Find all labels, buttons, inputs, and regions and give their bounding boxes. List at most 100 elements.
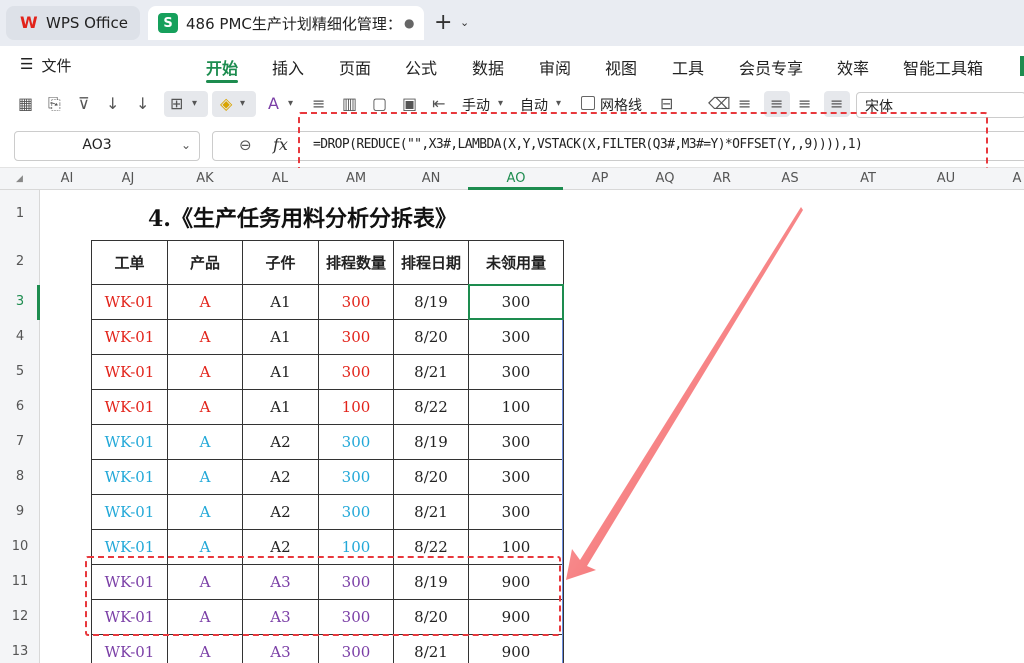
tab-wps-office[interactable]: W WPS Office	[6, 6, 140, 40]
qty-cell[interactable]: 300	[318, 459, 394, 495]
tab-document[interactable]: S 486 PMC生产计划精细化管理：全 ●	[148, 6, 424, 40]
part-cell[interactable]: A1	[242, 389, 319, 425]
unused-cell[interactable]: 300	[468, 494, 564, 530]
menu-efficiency[interactable]: 效率	[837, 55, 869, 79]
column-header[interactable]: AN	[411, 171, 451, 186]
date-cell[interactable]: 8/20	[393, 319, 469, 355]
column-header[interactable]: AS	[770, 171, 810, 186]
column-header[interactable]: AI	[52, 171, 82, 186]
column-header[interactable]: AL	[260, 171, 300, 186]
new-tab-menu-icon[interactable]: ⌄	[460, 16, 469, 29]
menu-member[interactable]: 会员专享	[739, 55, 803, 79]
date-cell[interactable]: 8/21	[393, 634, 469, 663]
auto-dropdown-icon[interactable]: ▾	[556, 98, 561, 109]
menu-insert[interactable]: 插入	[272, 55, 304, 79]
menu-review[interactable]: 审阅	[539, 55, 571, 79]
order-cell[interactable]: WK-01	[91, 389, 168, 425]
row-header[interactable]: 10	[0, 539, 40, 554]
columns-icon[interactable]: ▥	[342, 94, 357, 113]
header-cell[interactable]: 排程日期	[393, 240, 469, 285]
qty-cell[interactable]: 300	[318, 494, 394, 530]
column-header[interactable]: AR	[702, 171, 742, 186]
order-cell[interactable]: WK-01	[91, 284, 168, 320]
freeze-icon[interactable]: ⊟	[660, 94, 673, 113]
fx-icon[interactable]: fx	[273, 135, 288, 154]
qty-cell[interactable]: 300	[318, 354, 394, 390]
qty-cell[interactable]: 300	[318, 319, 394, 355]
zoom-icon[interactable]: ⊖	[239, 136, 252, 154]
date-cell[interactable]: 8/21	[393, 494, 469, 530]
product-cell[interactable]: A	[167, 634, 243, 663]
date-cell[interactable]: 8/19	[393, 284, 469, 320]
unused-cell[interactable]: 900	[468, 634, 564, 663]
wrap-dropdown-icon[interactable]: ▾	[498, 98, 503, 109]
date-cell[interactable]: 8/22	[393, 389, 469, 425]
row-header[interactable]: 7	[0, 434, 40, 449]
order-cell[interactable]: WK-01	[91, 354, 168, 390]
column-header[interactable]: AP	[580, 171, 620, 186]
product-cell[interactable]: A	[167, 389, 243, 425]
column-header[interactable]: AK	[185, 171, 225, 186]
part-cell[interactable]: A1	[242, 284, 319, 320]
sort-asc-icon[interactable]: ↓	[106, 94, 119, 113]
chevron-down-icon[interactable]: ⌄	[181, 138, 191, 152]
cell-style-icon[interactable]: ▢	[372, 94, 387, 113]
table-style-icon[interactable]: ▣	[402, 94, 417, 113]
row-header[interactable]: 8	[0, 469, 40, 484]
sort-desc-icon[interactable]: ↓	[136, 94, 149, 113]
row-header-selected[interactable]: 3	[0, 294, 40, 309]
unused-cell[interactable]: 100	[468, 389, 564, 425]
merge-icon[interactable]: ⇤	[432, 94, 445, 113]
qty-cell[interactable]: 300	[318, 424, 394, 460]
part-cell[interactable]: A2	[242, 424, 319, 460]
menu-file[interactable]: ☰ 文件	[20, 55, 71, 76]
indent-icon[interactable]: ≡	[312, 94, 325, 113]
product-cell[interactable]: A	[167, 424, 243, 460]
column-header-selected[interactable]: AO	[496, 171, 536, 186]
row-header[interactable]: 11	[0, 574, 40, 589]
row-header[interactable]: 5	[0, 364, 40, 379]
qty-cell[interactable]: 100	[318, 389, 394, 425]
fill-color-dropdown-icon[interactable]: ▾	[240, 98, 245, 109]
part-cell[interactable]: A2	[242, 494, 319, 530]
product-cell[interactable]: A	[167, 459, 243, 495]
menu-data[interactable]: 数据	[472, 55, 504, 79]
new-tab-button[interactable]: +	[434, 10, 452, 35]
align-right-icon[interactable]: ≡	[798, 94, 811, 113]
filter-icon[interactable]: ⊽	[78, 94, 90, 113]
column-header[interactable]: AM	[336, 171, 376, 186]
qty-cell[interactable]: 300	[318, 634, 394, 663]
part-cell[interactable]: A3	[242, 634, 319, 663]
header-cell[interactable]: 产品	[167, 240, 243, 285]
row-header[interactable]: 1	[0, 206, 40, 221]
paste-format-icon[interactable]: ⎘	[48, 94, 61, 114]
header-cell[interactable]: 子件	[242, 240, 319, 285]
format-number-icon[interactable]: ▦	[18, 94, 33, 113]
row-header[interactable]: 2	[0, 254, 40, 269]
menu-tools[interactable]: 工具	[672, 55, 704, 79]
clear-format-icon[interactable]: ⌫	[708, 94, 731, 113]
order-cell[interactable]: WK-01	[91, 494, 168, 530]
unsaved-dot-icon[interactable]: ●	[404, 16, 414, 30]
align-left-icon[interactable]: ≡	[738, 94, 751, 113]
product-cell[interactable]: A	[167, 354, 243, 390]
column-header[interactable]: AQ	[645, 171, 685, 186]
row-header[interactable]: 4	[0, 329, 40, 344]
row-header[interactable]: 12	[0, 609, 40, 624]
menu-page[interactable]: 页面	[339, 55, 371, 79]
product-cell[interactable]: A	[167, 284, 243, 320]
row-header[interactable]: 9	[0, 504, 40, 519]
select-all-corner[interactable]: ◢	[16, 174, 23, 184]
qty-cell[interactable]: 300	[318, 284, 394, 320]
product-cell[interactable]: A	[167, 494, 243, 530]
column-header[interactable]: AU	[926, 171, 966, 186]
gridlines-checkbox[interactable]	[581, 96, 595, 110]
row-header[interactable]: 6	[0, 399, 40, 414]
borders-dropdown-icon[interactable]: ▾	[192, 98, 197, 109]
font-color-dropdown-icon[interactable]: ▾	[288, 98, 293, 109]
order-cell[interactable]: WK-01	[91, 459, 168, 495]
column-header[interactable]: A	[1010, 171, 1024, 186]
header-cell[interactable]: 未领用量	[468, 240, 564, 285]
order-cell[interactable]: WK-01	[91, 424, 168, 460]
part-cell[interactable]: A1	[242, 319, 319, 355]
